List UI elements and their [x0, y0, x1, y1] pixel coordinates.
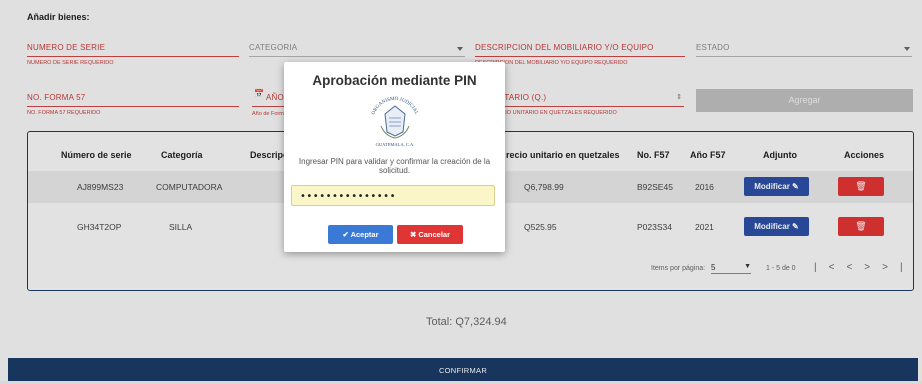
pin-input[interactable]: •••••••••••••••	[291, 185, 495, 206]
judicial-seal-logo: ORGANISMO JUDICIAL GUATEMALA, C.A.	[371, 97, 418, 148]
cancel-button[interactable]: ✖ Cancelar	[397, 225, 463, 244]
dialog-instructions: Ingresar PIN para validar y confirmar la…	[298, 157, 491, 175]
accept-button[interactable]: ✔ Aceptar	[328, 225, 393, 244]
dialog-title: Aprobación mediante PIN	[312, 73, 477, 88]
svg-text:GUATEMALA, C.A.: GUATEMALA, C.A.	[376, 142, 415, 148]
pin-approval-dialog: Aprobación mediante PIN ORGANISMO JUDICI…	[284, 62, 505, 252]
